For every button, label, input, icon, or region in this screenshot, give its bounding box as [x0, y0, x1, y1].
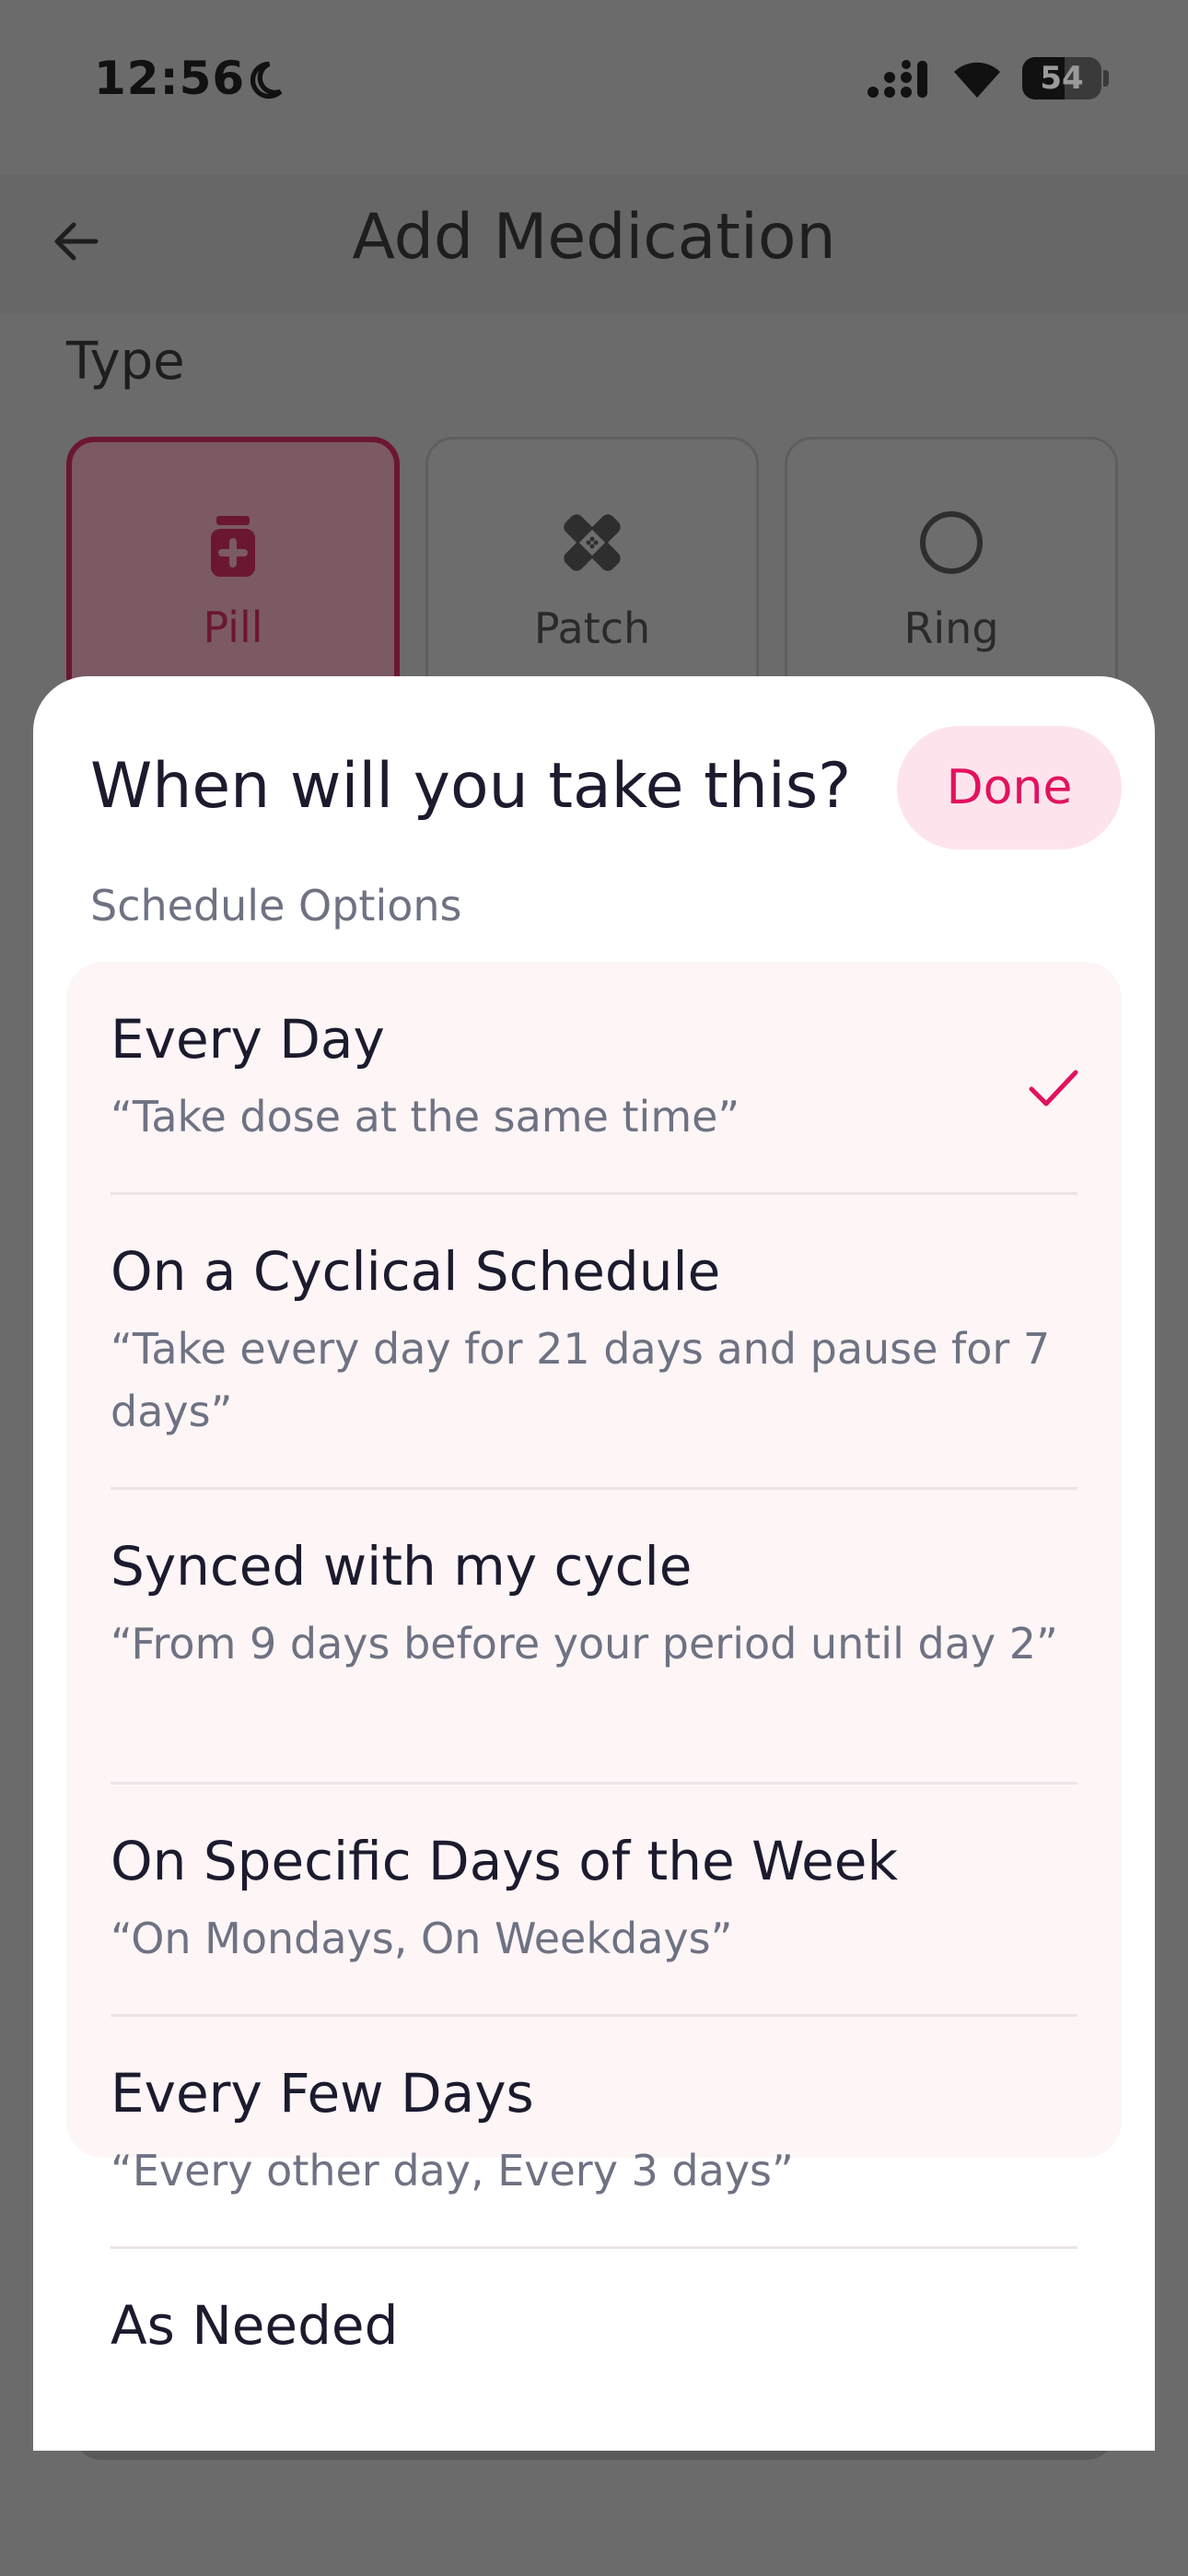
option-title: Synced with my cycle	[111, 1535, 693, 1598]
option-description: “From 9 days before your period until da…	[111, 1619, 1058, 1669]
type-option-label: Patch	[533, 603, 651, 653]
checkmark-icon	[1029, 1070, 1078, 1107]
option-divider	[111, 1782, 1077, 1785]
ring-icon	[920, 511, 983, 574]
schedule-option-as-needed[interactable]: As Needed	[111, 2294, 1077, 2386]
schedule-option-specific-days[interactable]: On Specific Days of the Week “On Mondays…	[111, 1830, 1077, 2014]
done-button[interactable]: Done	[897, 726, 1122, 849]
type-option-ring[interactable]: Ring	[785, 437, 1118, 704]
option-title: As Needed	[111, 2294, 399, 2357]
schedule-option-cyclical[interactable]: On a Cyclical Schedule “Take every day f…	[111, 1240, 1077, 1480]
status-bar: 12:56 54	[0, 0, 1188, 157]
option-divider	[111, 1192, 1077, 1195]
option-description: “Take dose at the same time”	[111, 1092, 740, 1142]
option-title: On a Cyclical Schedule	[111, 1240, 721, 1303]
type-section-label: Type	[66, 332, 185, 392]
option-description: “On Mondays, On Weekdays”	[111, 1914, 733, 1963]
schedule-option-synced-cycle[interactable]: Synced with my cycle “From 9 days before…	[111, 1535, 1077, 1774]
schedule-options-label: Schedule Options	[90, 881, 462, 931]
schedule-options-list: Every Day “Take dose at the same time” O…	[66, 962, 1122, 2357]
status-time: 12:56	[94, 52, 246, 105]
option-title: Every Day	[111, 1008, 385, 1071]
sheet-title: When will you take this?	[90, 750, 852, 823]
pill-bottle-icon	[211, 516, 255, 577]
option-description: “Take every day for 21 days and pause fo…	[111, 1324, 1051, 1436]
type-option-label: Ring	[903, 603, 999, 653]
option-divider	[111, 2246, 1077, 2249]
moon-icon	[250, 61, 283, 100]
wifi-icon	[954, 62, 1000, 98]
option-description: “Every other day, Every 3 days”	[111, 2146, 794, 2195]
type-option-pill[interactable]: Pill	[66, 437, 400, 704]
option-divider	[111, 1487, 1077, 1490]
battery-percent: 54	[1040, 60, 1084, 97]
option-title: Every Few Days	[111, 2062, 534, 2125]
battery-indicator: 54	[1022, 57, 1109, 101]
patch-icon	[564, 514, 621, 571]
cellular-signal-icon	[868, 60, 927, 98]
schedule-option-every-day[interactable]: Every Day “Take dose at the same time”	[111, 1008, 1077, 1192]
schedule-option-every-few-days[interactable]: Every Few Days “Every other day, Every 3…	[111, 2062, 1077, 2246]
schedule-bottom-sheet: When will you take this? Done Schedule O…	[33, 676, 1155, 2451]
type-option-patch[interactable]: Patch	[425, 437, 759, 704]
option-title: On Specific Days of the Week	[111, 1830, 899, 1892]
page-title: Add Medication	[352, 201, 836, 274]
option-divider	[111, 2014, 1077, 2017]
type-option-label: Pill	[203, 603, 263, 652]
